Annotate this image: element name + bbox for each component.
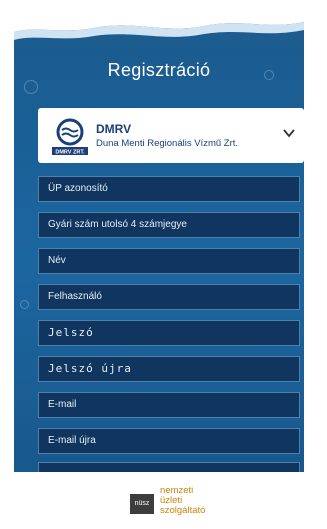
field-label: Jelszó újra: [48, 362, 132, 375]
decor-bubble: [20, 300, 29, 309]
field-label: ÜP azonosító: [48, 183, 108, 194]
water-wave-header: [14, 0, 304, 40]
serial-digits-field[interactable]: Gyári szám utolsó 4 számjegye ?: [38, 212, 300, 238]
dmrv-logo-icon: DMRV ZRT.: [52, 118, 88, 156]
field-label: Gyári szám utolsó 4 számjegye: [48, 219, 187, 230]
field-label: Felhasználó: [48, 291, 102, 302]
field-label: E-mail: [48, 399, 77, 410]
page-title: Regisztráció: [107, 60, 211, 80]
username-field[interactable]: Felhasználó ?: [38, 284, 300, 310]
name-field[interactable]: Név ?: [38, 248, 300, 274]
decor-bubble: [24, 80, 38, 94]
footer-line: szolgáltató: [160, 505, 206, 516]
provider-full-name: Duna Menti Regionális Vízmű Zrt.: [96, 138, 239, 149]
app-screen: Regisztráció DMRV ZRT. DMRV Duna Menti R…: [14, 0, 304, 472]
logo-text: DMRV ZRT.: [55, 150, 85, 156]
email-field[interactable]: E-mail ?: [38, 392, 300, 418]
chevron-down-icon: [283, 129, 295, 138]
next-field-partial[interactable]: [38, 462, 300, 472]
footer-logo: nüsz nemzeti üzleti szolgáltató: [130, 486, 240, 522]
up-id-field[interactable]: ÜP azonosító ?: [38, 176, 300, 202]
password-field[interactable]: Jelszó ?: [38, 320, 300, 346]
provider-name: DMRV: [96, 122, 132, 136]
field-label: Név: [48, 255, 66, 266]
provider-select[interactable]: DMRV ZRT. DMRV Duna Menti Regionális Víz…: [38, 108, 304, 163]
field-label: Jelszó: [48, 326, 94, 339]
password-confirm-field[interactable]: Jelszó újra: [38, 356, 300, 382]
email-confirm-field[interactable]: E-mail újra: [38, 428, 300, 454]
nusz-logo-box: nüsz: [130, 494, 154, 514]
footer-text: nemzeti üzleti szolgáltató: [160, 486, 205, 516]
field-label: E-mail újra: [48, 435, 96, 446]
